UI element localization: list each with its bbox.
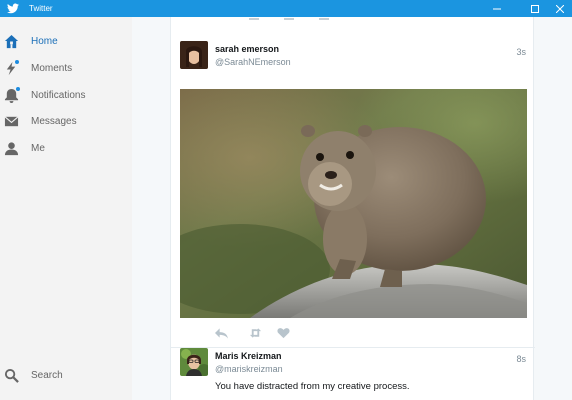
like-icon[interactable] (277, 327, 290, 339)
home-icon (4, 34, 19, 49)
tweet-timestamp[interactable]: 8s (516, 354, 526, 365)
maximize-button[interactable] (520, 0, 550, 17)
moments-badge-dot (15, 60, 19, 64)
notifications-badge-dot (16, 87, 20, 91)
tweet[interactable]: Maris Kreizman @mariskreizman 8s You hav… (171, 348, 535, 400)
close-button[interactable] (548, 0, 572, 17)
previous-tweet-actions (171, 17, 535, 29)
tweet-timestamp[interactable]: 3s (516, 47, 526, 58)
sidebar: Home Moments Notifications Messages Me S… (0, 17, 132, 400)
minimize-button[interactable] (482, 0, 512, 17)
person-icon (4, 141, 19, 156)
sidebar-item-messages[interactable]: Messages (0, 110, 132, 134)
avatar[interactable] (180, 41, 208, 69)
avatar[interactable] (180, 348, 208, 376)
close-icon (556, 4, 564, 13)
envelope-icon (4, 114, 19, 129)
sidebar-item-label: Search (31, 370, 63, 381)
tweet-author-name[interactable]: sarah emerson (215, 44, 279, 55)
sidebar-item-search[interactable]: Search (0, 364, 132, 388)
search-icon (4, 368, 19, 383)
title-bar: Twitter (0, 0, 572, 17)
sidebar-item-label: Notifications (31, 90, 86, 101)
sidebar-item-notifications[interactable]: Notifications (0, 84, 132, 108)
tweet-author-handle[interactable]: @mariskreizman (215, 364, 283, 375)
sidebar-item-me[interactable]: Me (0, 137, 132, 161)
tweet-media-photo[interactable] (180, 89, 527, 318)
sidebar-item-label: Moments (31, 63, 73, 74)
sidebar-item-label: Me (31, 143, 45, 154)
timeline[interactable]: sarah emerson @SarahNEmerson 3s Maris Kr… (132, 17, 572, 400)
reply-icon[interactable] (215, 327, 228, 339)
tweet-text: You have distracted from my creative pro… (215, 381, 410, 392)
twitter-bird-icon (7, 3, 19, 14)
tweet-author-handle[interactable]: @SarahNEmerson (215, 57, 291, 68)
tweet-author-name[interactable]: Maris Kreizman (215, 351, 282, 362)
tweet-actions (215, 327, 415, 339)
maximize-icon (531, 4, 539, 13)
tweet-stream: sarah emerson @SarahNEmerson 3s Maris Kr… (170, 17, 535, 400)
sidebar-item-label: Messages (31, 116, 77, 127)
sidebar-item-label: Home (31, 36, 58, 47)
tweet[interactable]: sarah emerson @SarahNEmerson 3s (171, 29, 535, 349)
sidebar-item-home[interactable]: Home (0, 30, 132, 54)
minimize-icon (493, 8, 501, 9)
window-title: Twitter (29, 4, 53, 13)
retweet-icon[interactable] (249, 327, 262, 339)
sidebar-item-moments[interactable]: Moments (0, 57, 132, 81)
